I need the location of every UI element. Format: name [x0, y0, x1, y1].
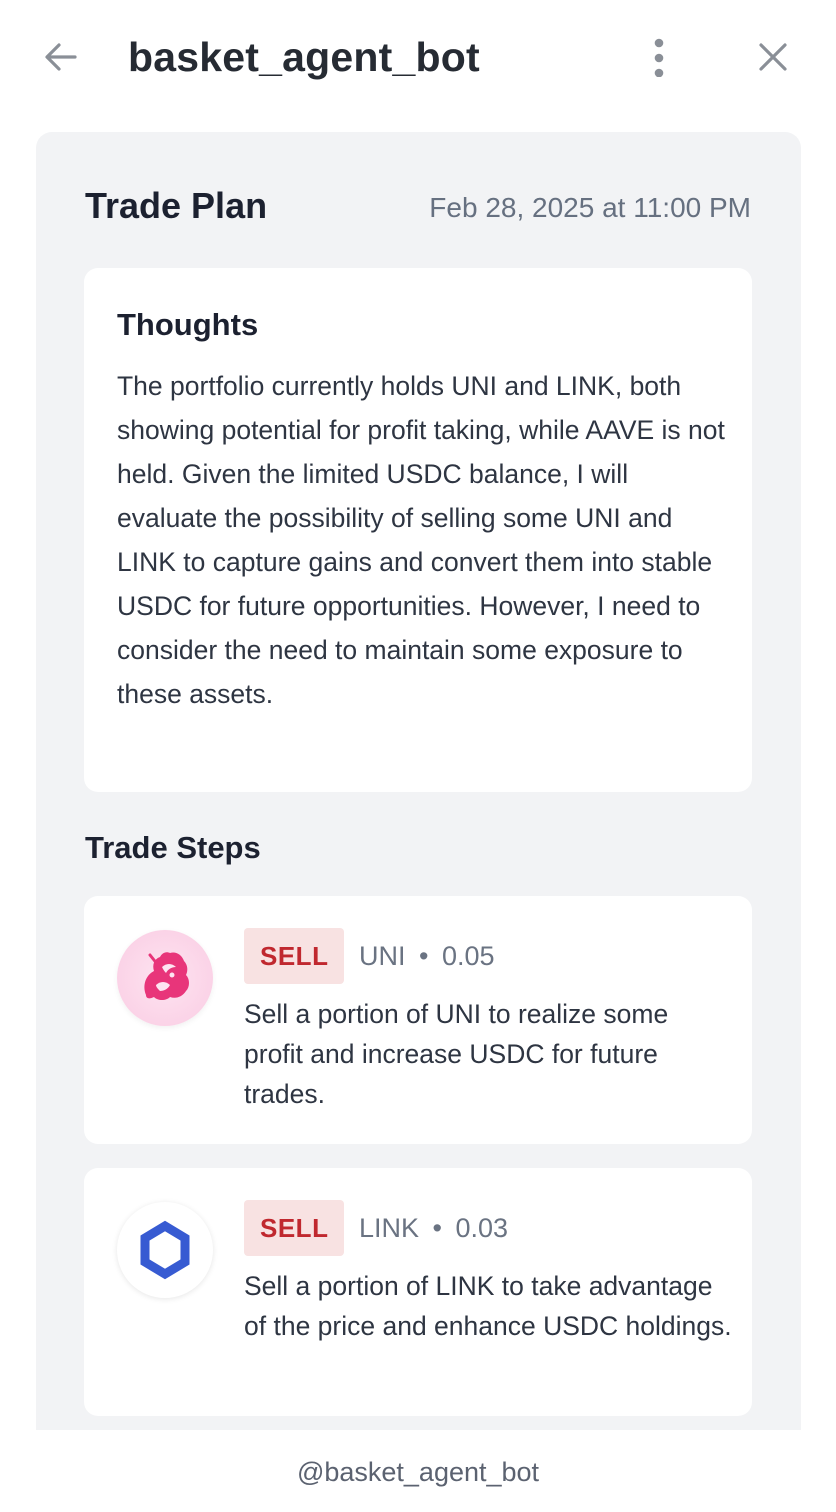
step-description: Sell a portion of LINK to take advantage… — [244, 1271, 732, 1341]
step-token: UNI — [359, 941, 406, 971]
step-amount: 0.05 — [441, 941, 495, 971]
chainlink-hexagon-icon — [140, 1220, 190, 1280]
chat-title: basket_agent_bot — [128, 34, 480, 80]
trade-plan-panel: Trade Plan Feb 28, 2025 at 11:00 PM Thou… — [36, 132, 801, 1432]
step-amount: 0.03 — [455, 1213, 509, 1243]
step-separator: • — [419, 941, 429, 971]
step-token-amount: UNI • 0.05 — [359, 938, 495, 974]
trade-step-card: SELL UNI • 0.05 Sell a portion of UNI to… — [84, 896, 752, 1144]
thoughts-text: The portfolio currently holds UNI and LI… — [117, 371, 725, 709]
trade-step-card: SELL LINK • 0.03 Sell a portion of LINK … — [84, 1168, 752, 1416]
sell-badge: SELL — [244, 928, 345, 984]
trade-plan-title: Trade Plan — [85, 185, 268, 226]
arrow-left-icon — [45, 43, 77, 71]
close-icon — [759, 43, 787, 71]
header-bar: basket_agent_bot — [0, 0, 836, 112]
thoughts-heading: Thoughts — [117, 307, 259, 342]
more-options-button[interactable] — [636, 34, 682, 80]
step-token-amount: LINK • 0.03 — [359, 1210, 508, 1246]
sell-badge: SELL — [244, 1200, 345, 1256]
link-token-logo — [117, 1202, 213, 1298]
footer-bar: @basket_agent_bot — [0, 1430, 836, 1512]
bot-handle-link[interactable]: @basket_agent_bot — [0, 1430, 836, 1490]
back-button[interactable] — [38, 34, 84, 80]
step-description: Sell a portion of UNI to realize some pr… — [244, 999, 669, 1109]
trade-steps-heading: Trade Steps — [85, 830, 261, 865]
step-token: LINK — [359, 1213, 420, 1243]
trade-plan-date: Feb 28, 2025 at 11:00 PM — [429, 192, 751, 223]
close-button[interactable] — [750, 34, 796, 80]
uniswap-unicorn-icon — [144, 952, 189, 1000]
step-separator: • — [432, 1213, 442, 1243]
thoughts-card: Thoughts The portfolio currently holds U… — [84, 268, 752, 792]
more-vertical-icon — [654, 38, 664, 77]
uni-token-logo — [117, 930, 213, 1026]
